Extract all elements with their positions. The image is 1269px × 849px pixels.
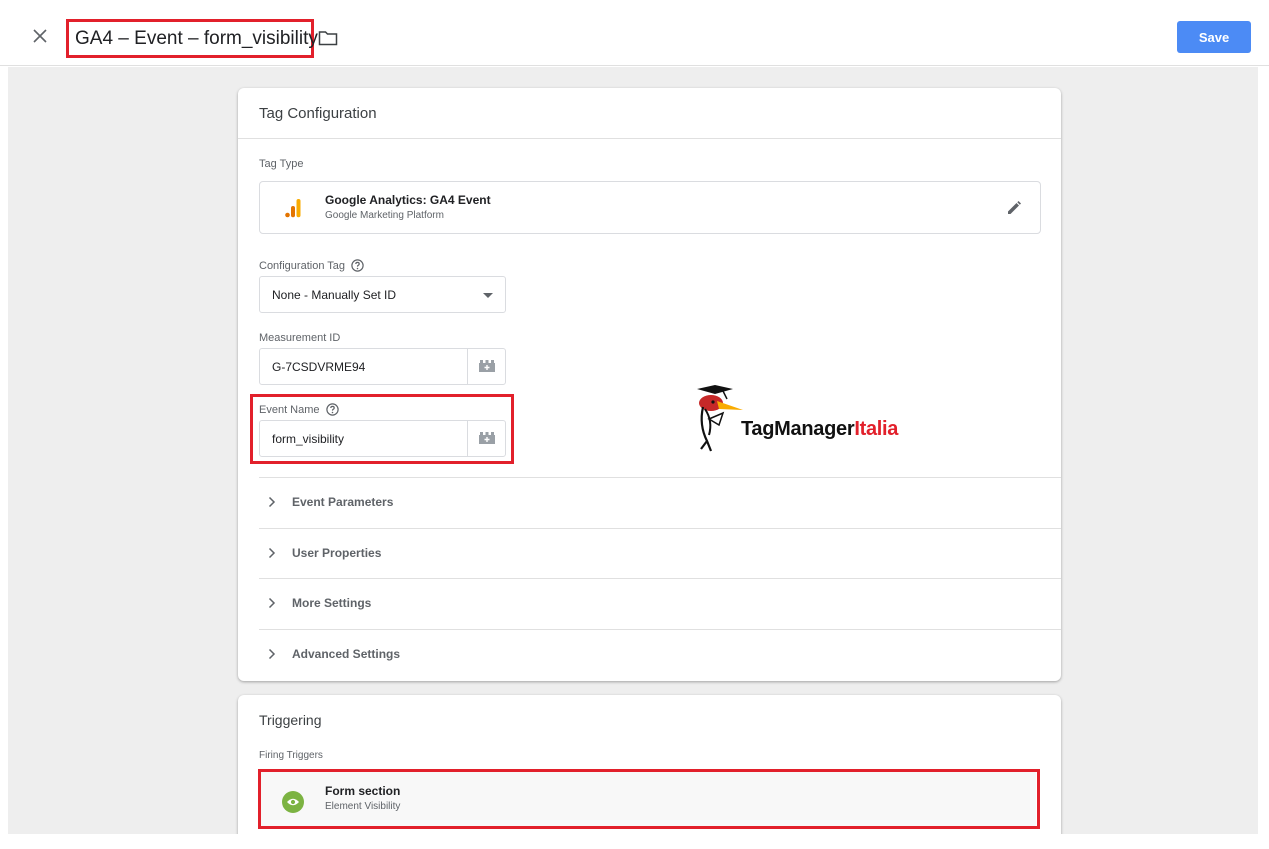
trigger-type: Element Visibility [325, 801, 401, 812]
configuration-tag-label: Configuration Tag [259, 259, 364, 272]
measurement-id-label-text: Measurement ID [259, 332, 341, 344]
close-button[interactable] [30, 26, 50, 46]
tag-type-label-text: Tag Type [259, 158, 304, 170]
chevron-right-icon [268, 648, 276, 660]
help-icon[interactable] [325, 403, 339, 416]
variable-picker-button[interactable] [467, 349, 505, 384]
section-event-parameters[interactable]: Event Parameters [259, 477, 1061, 527]
event-name-label-text: Event Name [259, 403, 320, 416]
event-name-field [259, 420, 506, 457]
tag-type-provider: Google Marketing Platform [325, 210, 444, 221]
event-name-input[interactable] [260, 421, 467, 456]
top-bar: GA4 – Event – form_visibility Save [0, 0, 1269, 66]
firing-triggers-label: Firing Triggers [259, 750, 323, 761]
help-icon[interactable] [351, 259, 364, 272]
card-divider [238, 138, 1061, 139]
tag-title[interactable]: GA4 – Event – form_visibility [75, 28, 318, 50]
tag-name-field[interactable]: GA4 – Event – form_visibility [66, 19, 318, 58]
variable-icon [478, 360, 495, 372]
section-label: Event Parameters [292, 495, 394, 509]
logo-wordmark: TagManagerItalia [741, 418, 898, 441]
eye-icon [287, 798, 299, 806]
tag-type-selector[interactable]: Google Analytics: GA4 Event Google Marke… [259, 181, 1041, 234]
measurement-id-input[interactable] [260, 349, 467, 384]
chevron-right-icon [268, 597, 276, 609]
tag-type-label: Tag Type [259, 158, 303, 170]
trigger-icon [282, 791, 304, 813]
section-advanced-settings[interactable]: Advanced Settings [259, 629, 1061, 679]
editor-canvas: Tag Configuration Tag Type Google Analyt… [8, 67, 1258, 834]
event-name-label: Event Name [259, 403, 339, 416]
triggering-title: Triggering [259, 712, 322, 728]
measurement-id-field [259, 348, 506, 385]
woodpecker-icon [697, 385, 743, 452]
configuration-tag-value: None - Manually Set ID [272, 288, 397, 302]
configuration-tag-select[interactable]: None - Manually Set ID [259, 276, 506, 313]
trigger-item[interactable]: Form section Element Visibility [260, 771, 1036, 826]
tagmanageritalia-logo: TagManagerItalia [693, 385, 938, 457]
configuration-tag-label-text: Configuration Tag [259, 259, 346, 272]
section-user-properties[interactable]: User Properties [259, 528, 1061, 578]
logo-text-italia: Italia [854, 418, 899, 440]
folder-icon[interactable] [318, 29, 338, 47]
section-label: Advanced Settings [292, 647, 401, 661]
trigger-name: Form section [325, 784, 401, 798]
chevron-right-icon [268, 496, 276, 508]
section-label: More Settings [292, 596, 372, 610]
section-label: User Properties [292, 546, 382, 560]
chevron-down-icon [483, 293, 493, 298]
tag-configuration-title: Tag Configuration [259, 105, 377, 122]
section-more-settings[interactable]: More Settings [259, 578, 1061, 628]
variable-picker-button[interactable] [467, 421, 505, 456]
variable-icon [478, 432, 495, 444]
pencil-icon[interactable] [1005, 199, 1023, 217]
save-button[interactable]: Save [1177, 21, 1251, 53]
measurement-id-label: Measurement ID [259, 332, 340, 344]
chevron-right-icon [268, 547, 276, 559]
logo-text-tagmanager: TagManager [741, 418, 855, 440]
tag-type-name: Google Analytics: GA4 Event [325, 193, 491, 207]
google-analytics-icon [285, 199, 301, 218]
close-icon [33, 29, 47, 43]
triggering-card: Triggering Firing Triggers Form section … [238, 695, 1061, 834]
